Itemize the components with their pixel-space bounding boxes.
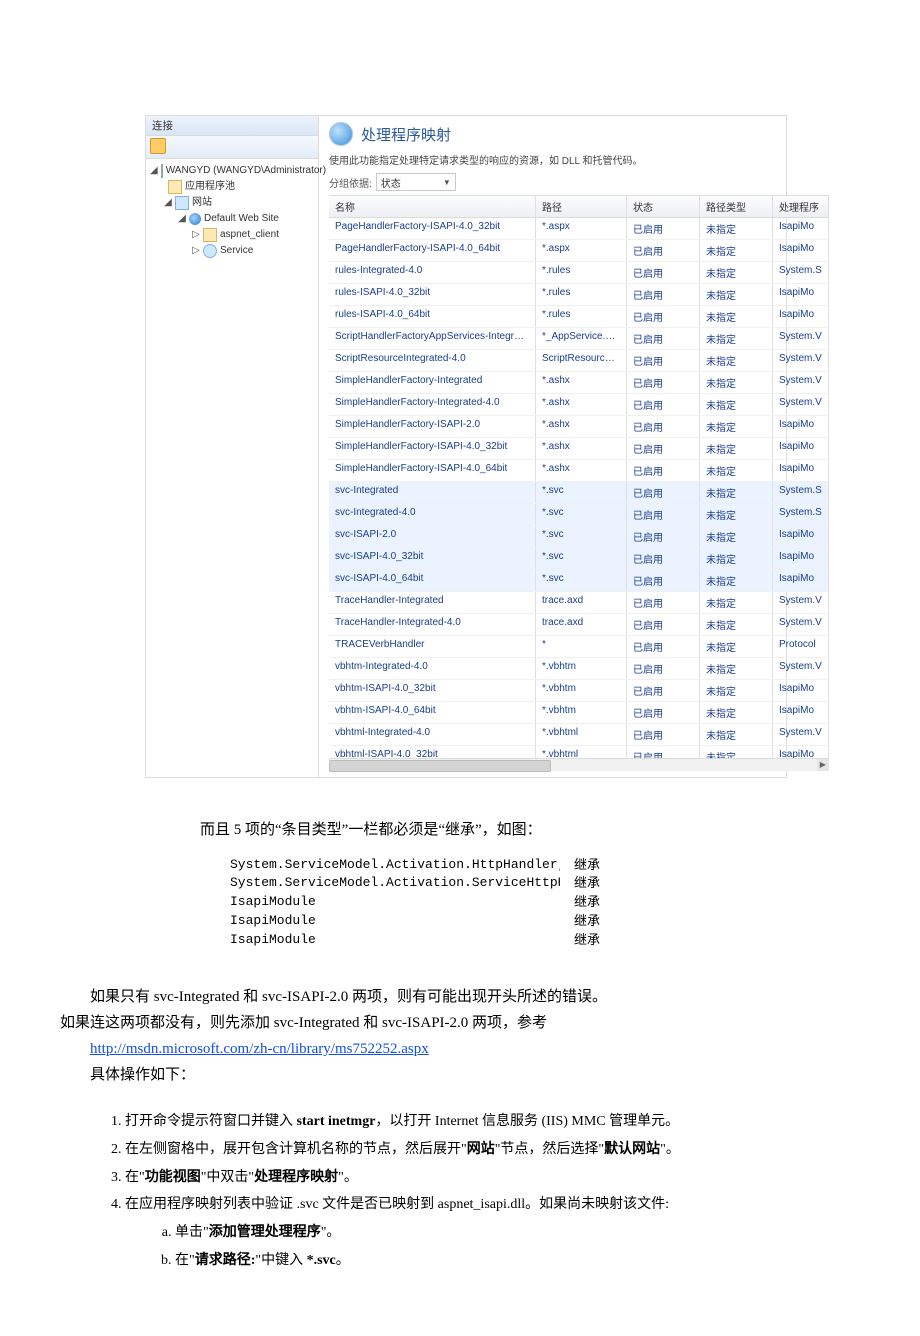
table-row[interactable]: SimpleHandlerFactory-ISAPI-2.0*.ashx已启用未…	[329, 416, 829, 438]
server-tree[interactable]: ◢WANGYD (WANGYD\Administrator) 应用程序池 ◢网站…	[146, 159, 318, 419]
table-row[interactable]: SimpleHandlerFactory-Integrated*.ashx已启用…	[329, 372, 829, 394]
table-row[interactable]: SimpleHandlerFactory-ISAPI-4.0_64bit*.as…	[329, 460, 829, 482]
body-p1: 如果只有 svc-Integrated 和 svc-ISAPI-2.0 两项，则…	[60, 984, 860, 1010]
step-3: 在"功能视图"中双击"处理程序映射"。	[125, 1165, 810, 1191]
connections-header: 连接	[146, 116, 318, 136]
table-row[interactable]: svc-Integrated-4.0*.svc已启用未指定System.S	[329, 504, 829, 526]
table-row[interactable]: SimpleHandlerFactory-Integrated-4.0*.ash…	[329, 394, 829, 416]
group-by-value: 状态	[381, 175, 401, 190]
substep-b: 在"请求路径:"中键入 *.svc。	[175, 1248, 810, 1274]
table-row[interactable]: svc-ISAPI-2.0*.svc已启用未指定IsapiMo	[329, 526, 829, 548]
step-1: 打开命令提示符窗口并键入 start inetmgr，以打开 Internet …	[125, 1109, 810, 1135]
step-2: 在左侧窗格中，展开包含计算机名称的节点，然后展开"网站"节点，然后选择"默认网站…	[125, 1137, 810, 1163]
col-header-handler[interactable]: 处理程序	[773, 196, 829, 217]
table-row[interactable]: PageHandlerFactory-ISAPI-4.0_32bit*.aspx…	[329, 218, 829, 240]
inherit-row: System.ServiceModel.Activation.HttpHandl…	[230, 856, 780, 875]
tree-aspnet-client[interactable]: ▷aspnet_client	[150, 227, 316, 243]
group-by-label: 分组依据:	[329, 175, 372, 190]
body-p2: 如果连这两项都没有，则先添加 svc-Integrated 和 svc-ISAP…	[60, 1010, 860, 1036]
table-row[interactable]: svc-ISAPI-4.0_32bit*.svc已启用未指定IsapiMo	[329, 548, 829, 570]
substeps-list: 单击"添加管理处理程序"。 在"请求路径:"中键入 *.svc。	[175, 1220, 810, 1274]
table-row[interactable]: rules-Integrated-4.0*.rules已启用未指定System.…	[329, 262, 829, 284]
inherit-row: System.ServiceModel.Activation.ServiceHt…	[230, 874, 780, 893]
table-row[interactable]: vbhtm-Integrated-4.0*.vbhtm已启用未指定System.…	[329, 658, 829, 680]
chevron-down-icon: ▼	[443, 178, 451, 187]
service-icon	[203, 244, 217, 258]
app-pool-icon	[168, 180, 182, 194]
tree-app-pools[interactable]: 应用程序池	[150, 179, 316, 195]
feature-title: 处理程序映射	[361, 124, 451, 145]
tree-default-site[interactable]: ◢Default Web Site	[150, 211, 316, 227]
horizontal-scrollbar[interactable]: ▶	[329, 758, 829, 771]
inherit-row: IsapiModule继承	[230, 912, 780, 931]
connections-toolbar[interactable]	[146, 136, 318, 159]
scroll-right-arrow[interactable]: ▶	[817, 759, 829, 771]
inherit-row: IsapiModule继承	[230, 931, 780, 950]
feature-description: 使用此功能指定处理特定请求类型的响应的资源，如 DLL 和托管代码。	[329, 152, 829, 167]
server-icon	[161, 164, 163, 178]
col-header-path[interactable]: 路径	[536, 196, 627, 217]
inherit-list: System.ServiceModel.Activation.HttpHandl…	[230, 856, 780, 950]
table-row[interactable]: rules-ISAPI-4.0_32bit*.rules已启用未指定IsapiM…	[329, 284, 829, 306]
steps-list: 打开命令提示符窗口并键入 start inetmgr，以打开 Internet …	[125, 1109, 810, 1274]
refresh-icon[interactable]	[150, 138, 166, 154]
caption-text: 而且 5 项的“条目类型”一栏都必须是“继承”，如图： System.Servi…	[170, 818, 780, 950]
table-row[interactable]: TRACEVerbHandler*已启用未指定Protocol	[329, 636, 829, 658]
tree-server-node[interactable]: ◢WANGYD (WANGYD\Administrator)	[150, 163, 316, 179]
handler-grid: 名称 路径 状态 路径类型 处理程序 PageHandlerFactory-IS…	[329, 195, 829, 771]
table-row[interactable]: vbhtml-ISAPI-4.0_32bit*.vbhtml已启用未指定Isap…	[329, 746, 829, 758]
table-row[interactable]: svc-Integrated*.svc已启用未指定System.S	[329, 482, 829, 504]
col-header-name[interactable]: 名称	[329, 196, 536, 217]
body-p3: 具体操作如下：	[60, 1062, 860, 1088]
table-row[interactable]: PageHandlerFactory-ISAPI-4.0_64bit*.aspx…	[329, 240, 829, 262]
iis-manager-window: 连接 ◢WANGYD (WANGYD\Administrator) 应用程序池 …	[145, 115, 787, 778]
folder-icon	[203, 228, 217, 242]
table-row[interactable]: vbhtml-Integrated-4.0*.vbhtml已启用未指定Syste…	[329, 724, 829, 746]
grid-header[interactable]: 名称 路径 状态 路径类型 处理程序	[329, 196, 829, 218]
table-row[interactable]: SimpleHandlerFactory-ISAPI-4.0_32bit*.as…	[329, 438, 829, 460]
body-paragraphs: 如果只有 svc-Integrated 和 svc-ISAPI-2.0 两项，则…	[60, 984, 860, 1089]
table-row[interactable]: ScriptResourceIntegrated-4.0ScriptResour…	[329, 350, 829, 372]
table-row[interactable]: TraceHandler-Integrated-4.0trace.axd已启用未…	[329, 614, 829, 636]
col-header-pathtype[interactable]: 路径类型	[700, 196, 773, 217]
msdn-link[interactable]: http://msdn.microsoft.com/zh-cn/library/…	[90, 1041, 429, 1057]
col-header-state[interactable]: 状态	[627, 196, 700, 217]
caption-line: 而且 5 项的“条目类型”一栏都必须是“继承”，如图：	[170, 818, 780, 844]
step-4: 在应用程序映射列表中验证 .svc 文件是否已映射到 aspnet_isapi.…	[125, 1192, 810, 1274]
inherit-row: IsapiModule继承	[230, 893, 780, 912]
table-row[interactable]: svc-ISAPI-4.0_64bit*.svc已启用未指定IsapiMo	[329, 570, 829, 592]
connections-panel: 连接 ◢WANGYD (WANGYD\Administrator) 应用程序池 …	[146, 116, 319, 777]
substep-a: 单击"添加管理处理程序"。	[175, 1220, 810, 1246]
feature-view: 处理程序映射 使用此功能指定处理特定请求类型的响应的资源，如 DLL 和托管代码…	[319, 116, 839, 777]
table-row[interactable]: vbhtm-ISAPI-4.0_32bit*.vbhtm已启用未指定IsapiM…	[329, 680, 829, 702]
handler-mappings-icon	[329, 122, 353, 146]
tree-sites[interactable]: ◢网站	[150, 195, 316, 211]
table-row[interactable]: TraceHandler-Integratedtrace.axd已启用未指定Sy…	[329, 592, 829, 614]
scrollbar-thumb[interactable]	[329, 760, 551, 772]
group-by-select[interactable]: 状态 ▼	[376, 173, 456, 191]
sites-icon	[175, 196, 189, 210]
globe-icon	[189, 213, 201, 225]
table-row[interactable]: ScriptHandlerFactoryAppServices-Integrat…	[329, 328, 829, 350]
grid-body[interactable]: PageHandlerFactory-ISAPI-4.0_32bit*.aspx…	[329, 218, 829, 758]
tree-service[interactable]: ▷Service	[150, 243, 316, 259]
table-row[interactable]: rules-ISAPI-4.0_64bit*.rules已启用未指定IsapiM…	[329, 306, 829, 328]
table-row[interactable]: vbhtm-ISAPI-4.0_64bit*.vbhtm已启用未指定IsapiM…	[329, 702, 829, 724]
